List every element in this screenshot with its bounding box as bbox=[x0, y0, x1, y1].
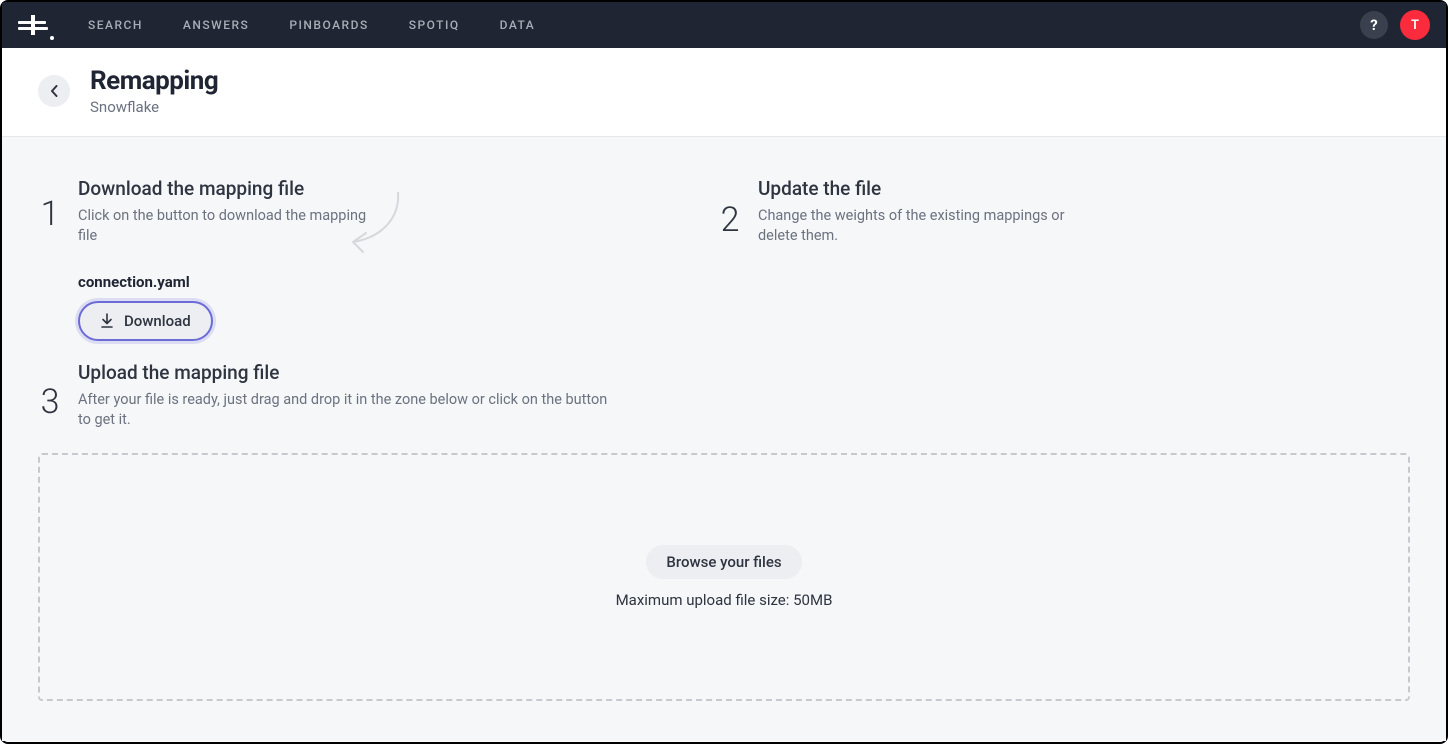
download-label: Download bbox=[124, 312, 191, 330]
step-title: Update the file bbox=[758, 177, 1068, 200]
step-description: After your file is ready, just drag and … bbox=[78, 390, 618, 429]
chevron-left-icon bbox=[50, 85, 58, 97]
step-title: Upload the mapping file bbox=[78, 361, 618, 384]
step-2: 2 Update the file Change the weights of … bbox=[718, 177, 1078, 341]
file-name: connection.yaml bbox=[78, 273, 388, 291]
nav-answers[interactable]: ANSWERS bbox=[183, 18, 249, 32]
step-description: Click on the button to download the mapp… bbox=[78, 206, 388, 245]
nav-pinboards[interactable]: PINBOARDS bbox=[289, 18, 368, 32]
step-title: Download the mapping file bbox=[78, 177, 388, 200]
step-3: 3 Upload the mapping file After your fil… bbox=[38, 361, 1410, 429]
step-description: Change the weights of the existing mappi… bbox=[758, 206, 1068, 245]
step-number: 1 bbox=[38, 197, 62, 341]
top-nav: SEARCH ANSWERS PINBOARDS SPOTIQ DATA ? T bbox=[2, 2, 1446, 48]
step-number: 3 bbox=[38, 385, 62, 429]
page-title: Remapping bbox=[90, 66, 218, 96]
avatar[interactable]: T bbox=[1400, 10, 1430, 40]
nav-items: SEARCH ANSWERS PINBOARDS SPOTIQ DATA bbox=[88, 18, 1360, 32]
logo[interactable] bbox=[18, 12, 48, 38]
nav-data[interactable]: DATA bbox=[500, 18, 536, 32]
content-area: 1 Download the mapping file Click on the… bbox=[2, 137, 1446, 741]
page-subtitle: Snowflake bbox=[90, 98, 218, 116]
download-button[interactable]: Download bbox=[78, 301, 213, 341]
help-button[interactable]: ? bbox=[1360, 11, 1388, 39]
back-button[interactable] bbox=[38, 75, 70, 107]
browse-files-button[interactable]: Browse your files bbox=[646, 545, 801, 579]
page-header: Remapping Snowflake bbox=[2, 48, 1446, 137]
step-1: 1 Download the mapping file Click on the… bbox=[38, 177, 678, 341]
upload-dropzone[interactable]: Browse your files Maximum upload file si… bbox=[38, 453, 1410, 701]
nav-spotiq[interactable]: SPOTIQ bbox=[409, 18, 460, 32]
nav-search[interactable]: SEARCH bbox=[88, 18, 143, 32]
step-number: 2 bbox=[718, 203, 742, 341]
max-upload-text: Maximum upload file size: 50MB bbox=[616, 591, 833, 609]
download-icon bbox=[100, 313, 114, 329]
